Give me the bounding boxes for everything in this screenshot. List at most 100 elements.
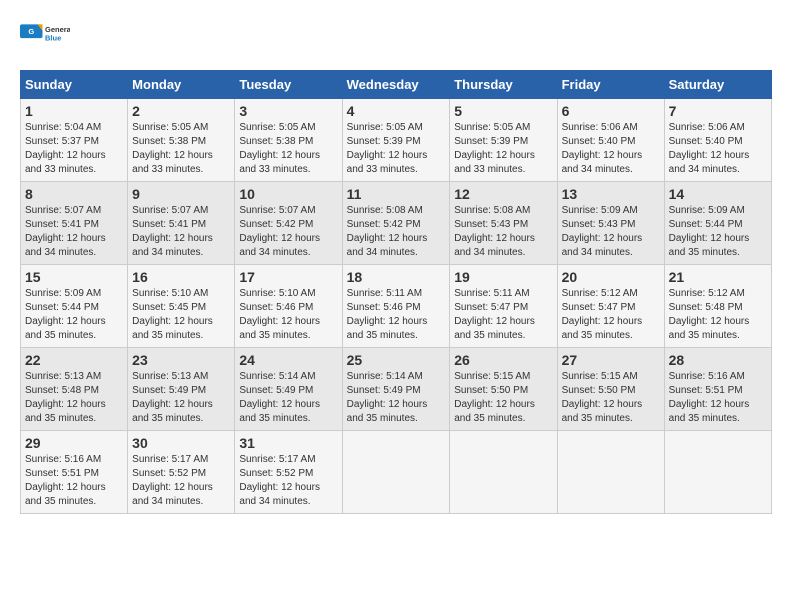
calendar-cell: 17 Sunrise: 5:10 AMSunset: 5:46 PMDaylig… [235, 265, 342, 348]
day-number: 22 [25, 352, 123, 368]
day-info: Sunrise: 5:13 AMSunset: 5:49 PMDaylight:… [132, 370, 230, 426]
day-number: 31 [239, 435, 337, 451]
calendar-cell: 14 Sunrise: 5:09 AMSunset: 5:44 PMDaylig… [664, 182, 771, 265]
day-info: Sunrise: 5:08 AMSunset: 5:43 PMDaylight:… [454, 204, 552, 260]
day-number: 16 [132, 269, 230, 285]
day-number: 14 [669, 186, 767, 202]
day-number: 24 [239, 352, 337, 368]
day-info: Sunrise: 5:12 AMSunset: 5:48 PMDaylight:… [669, 287, 767, 343]
day-number: 21 [669, 269, 767, 285]
logo-svg: G General Blue [20, 20, 70, 60]
day-info: Sunrise: 5:05 AMSunset: 5:38 PMDaylight:… [239, 121, 337, 177]
day-info: Sunrise: 5:06 AMSunset: 5:40 PMDaylight:… [562, 121, 660, 177]
day-number: 18 [347, 269, 446, 285]
calendar-cell: 28 Sunrise: 5:16 AMSunset: 5:51 PMDaylig… [664, 348, 771, 431]
calendar-cell: 1 Sunrise: 5:04 AMSunset: 5:37 PMDayligh… [21, 99, 128, 182]
calendar-cell: 23 Sunrise: 5:13 AMSunset: 5:49 PMDaylig… [128, 348, 235, 431]
svg-text:General: General [45, 25, 70, 34]
svg-text:G: G [28, 27, 34, 36]
calendar-cell [342, 431, 450, 514]
header-wednesday: Wednesday [342, 71, 450, 99]
day-number: 11 [347, 186, 446, 202]
calendar-cell: 21 Sunrise: 5:12 AMSunset: 5:48 PMDaylig… [664, 265, 771, 348]
day-number: 3 [239, 103, 337, 119]
day-number: 26 [454, 352, 552, 368]
day-info: Sunrise: 5:09 AMSunset: 5:44 PMDaylight:… [25, 287, 123, 343]
day-info: Sunrise: 5:16 AMSunset: 5:51 PMDaylight:… [669, 370, 767, 426]
day-info: Sunrise: 5:10 AMSunset: 5:45 PMDaylight:… [132, 287, 230, 343]
day-info: Sunrise: 5:05 AMSunset: 5:38 PMDaylight:… [132, 121, 230, 177]
day-info: Sunrise: 5:14 AMSunset: 5:49 PMDaylight:… [347, 370, 446, 426]
calendar-cell [664, 431, 771, 514]
calendar-cell: 3 Sunrise: 5:05 AMSunset: 5:38 PMDayligh… [235, 99, 342, 182]
calendar-cell: 10 Sunrise: 5:07 AMSunset: 5:42 PMDaylig… [235, 182, 342, 265]
day-info: Sunrise: 5:11 AMSunset: 5:46 PMDaylight:… [347, 287, 446, 343]
day-info: Sunrise: 5:12 AMSunset: 5:47 PMDaylight:… [562, 287, 660, 343]
day-number: 30 [132, 435, 230, 451]
logo: G General Blue [20, 20, 70, 60]
calendar-cell: 18 Sunrise: 5:11 AMSunset: 5:46 PMDaylig… [342, 265, 450, 348]
week-row-2: 8 Sunrise: 5:07 AMSunset: 5:41 PMDayligh… [21, 182, 772, 265]
calendar-cell: 27 Sunrise: 5:15 AMSunset: 5:50 PMDaylig… [557, 348, 664, 431]
day-info: Sunrise: 5:13 AMSunset: 5:48 PMDaylight:… [25, 370, 123, 426]
day-info: Sunrise: 5:04 AMSunset: 5:37 PMDaylight:… [25, 121, 123, 177]
calendar-cell: 31 Sunrise: 5:17 AMSunset: 5:52 PMDaylig… [235, 431, 342, 514]
page-header: G General Blue [20, 20, 772, 60]
day-info: Sunrise: 5:07 AMSunset: 5:42 PMDaylight:… [239, 204, 337, 260]
day-number: 10 [239, 186, 337, 202]
day-number: 28 [669, 352, 767, 368]
calendar-cell: 6 Sunrise: 5:06 AMSunset: 5:40 PMDayligh… [557, 99, 664, 182]
day-info: Sunrise: 5:07 AMSunset: 5:41 PMDaylight:… [132, 204, 230, 260]
day-info: Sunrise: 5:16 AMSunset: 5:51 PMDaylight:… [25, 453, 123, 509]
calendar-cell: 15 Sunrise: 5:09 AMSunset: 5:44 PMDaylig… [21, 265, 128, 348]
day-number: 5 [454, 103, 552, 119]
day-info: Sunrise: 5:14 AMSunset: 5:49 PMDaylight:… [239, 370, 337, 426]
day-number: 20 [562, 269, 660, 285]
calendar-cell: 4 Sunrise: 5:05 AMSunset: 5:39 PMDayligh… [342, 99, 450, 182]
calendar-cell: 2 Sunrise: 5:05 AMSunset: 5:38 PMDayligh… [128, 99, 235, 182]
day-number: 2 [132, 103, 230, 119]
day-info: Sunrise: 5:17 AMSunset: 5:52 PMDaylight:… [132, 453, 230, 509]
week-row-3: 15 Sunrise: 5:09 AMSunset: 5:44 PMDaylig… [21, 265, 772, 348]
day-info: Sunrise: 5:05 AMSunset: 5:39 PMDaylight:… [454, 121, 552, 177]
day-info: Sunrise: 5:06 AMSunset: 5:40 PMDaylight:… [669, 121, 767, 177]
day-info: Sunrise: 5:09 AMSunset: 5:44 PMDaylight:… [669, 204, 767, 260]
calendar-cell: 24 Sunrise: 5:14 AMSunset: 5:49 PMDaylig… [235, 348, 342, 431]
day-info: Sunrise: 5:05 AMSunset: 5:39 PMDaylight:… [347, 121, 446, 177]
calendar-cell [557, 431, 664, 514]
day-info: Sunrise: 5:08 AMSunset: 5:42 PMDaylight:… [347, 204, 446, 260]
day-info: Sunrise: 5:15 AMSunset: 5:50 PMDaylight:… [562, 370, 660, 426]
day-number: 25 [347, 352, 446, 368]
svg-text:Blue: Blue [45, 34, 61, 43]
calendar-cell: 16 Sunrise: 5:10 AMSunset: 5:45 PMDaylig… [128, 265, 235, 348]
header-sunday: Sunday [21, 71, 128, 99]
calendar-cell: 13 Sunrise: 5:09 AMSunset: 5:43 PMDaylig… [557, 182, 664, 265]
day-number: 1 [25, 103, 123, 119]
day-number: 15 [25, 269, 123, 285]
day-number: 19 [454, 269, 552, 285]
day-number: 13 [562, 186, 660, 202]
calendar-cell [450, 431, 557, 514]
calendar-cell: 25 Sunrise: 5:14 AMSunset: 5:49 PMDaylig… [342, 348, 450, 431]
calendar-cell: 22 Sunrise: 5:13 AMSunset: 5:48 PMDaylig… [21, 348, 128, 431]
calendar-table: SundayMondayTuesdayWednesdayThursdayFrid… [20, 70, 772, 514]
header-saturday: Saturday [664, 71, 771, 99]
header-friday: Friday [557, 71, 664, 99]
day-number: 8 [25, 186, 123, 202]
calendar-cell: 12 Sunrise: 5:08 AMSunset: 5:43 PMDaylig… [450, 182, 557, 265]
week-row-5: 29 Sunrise: 5:16 AMSunset: 5:51 PMDaylig… [21, 431, 772, 514]
day-number: 23 [132, 352, 230, 368]
week-row-4: 22 Sunrise: 5:13 AMSunset: 5:48 PMDaylig… [21, 348, 772, 431]
header-monday: Monday [128, 71, 235, 99]
calendar-cell: 5 Sunrise: 5:05 AMSunset: 5:39 PMDayligh… [450, 99, 557, 182]
day-number: 4 [347, 103, 446, 119]
calendar-cell: 29 Sunrise: 5:16 AMSunset: 5:51 PMDaylig… [21, 431, 128, 514]
day-number: 27 [562, 352, 660, 368]
calendar-cell: 11 Sunrise: 5:08 AMSunset: 5:42 PMDaylig… [342, 182, 450, 265]
calendar-cell: 26 Sunrise: 5:15 AMSunset: 5:50 PMDaylig… [450, 348, 557, 431]
day-number: 29 [25, 435, 123, 451]
day-number: 17 [239, 269, 337, 285]
calendar-cell: 20 Sunrise: 5:12 AMSunset: 5:47 PMDaylig… [557, 265, 664, 348]
day-number: 6 [562, 103, 660, 119]
day-info: Sunrise: 5:17 AMSunset: 5:52 PMDaylight:… [239, 453, 337, 509]
